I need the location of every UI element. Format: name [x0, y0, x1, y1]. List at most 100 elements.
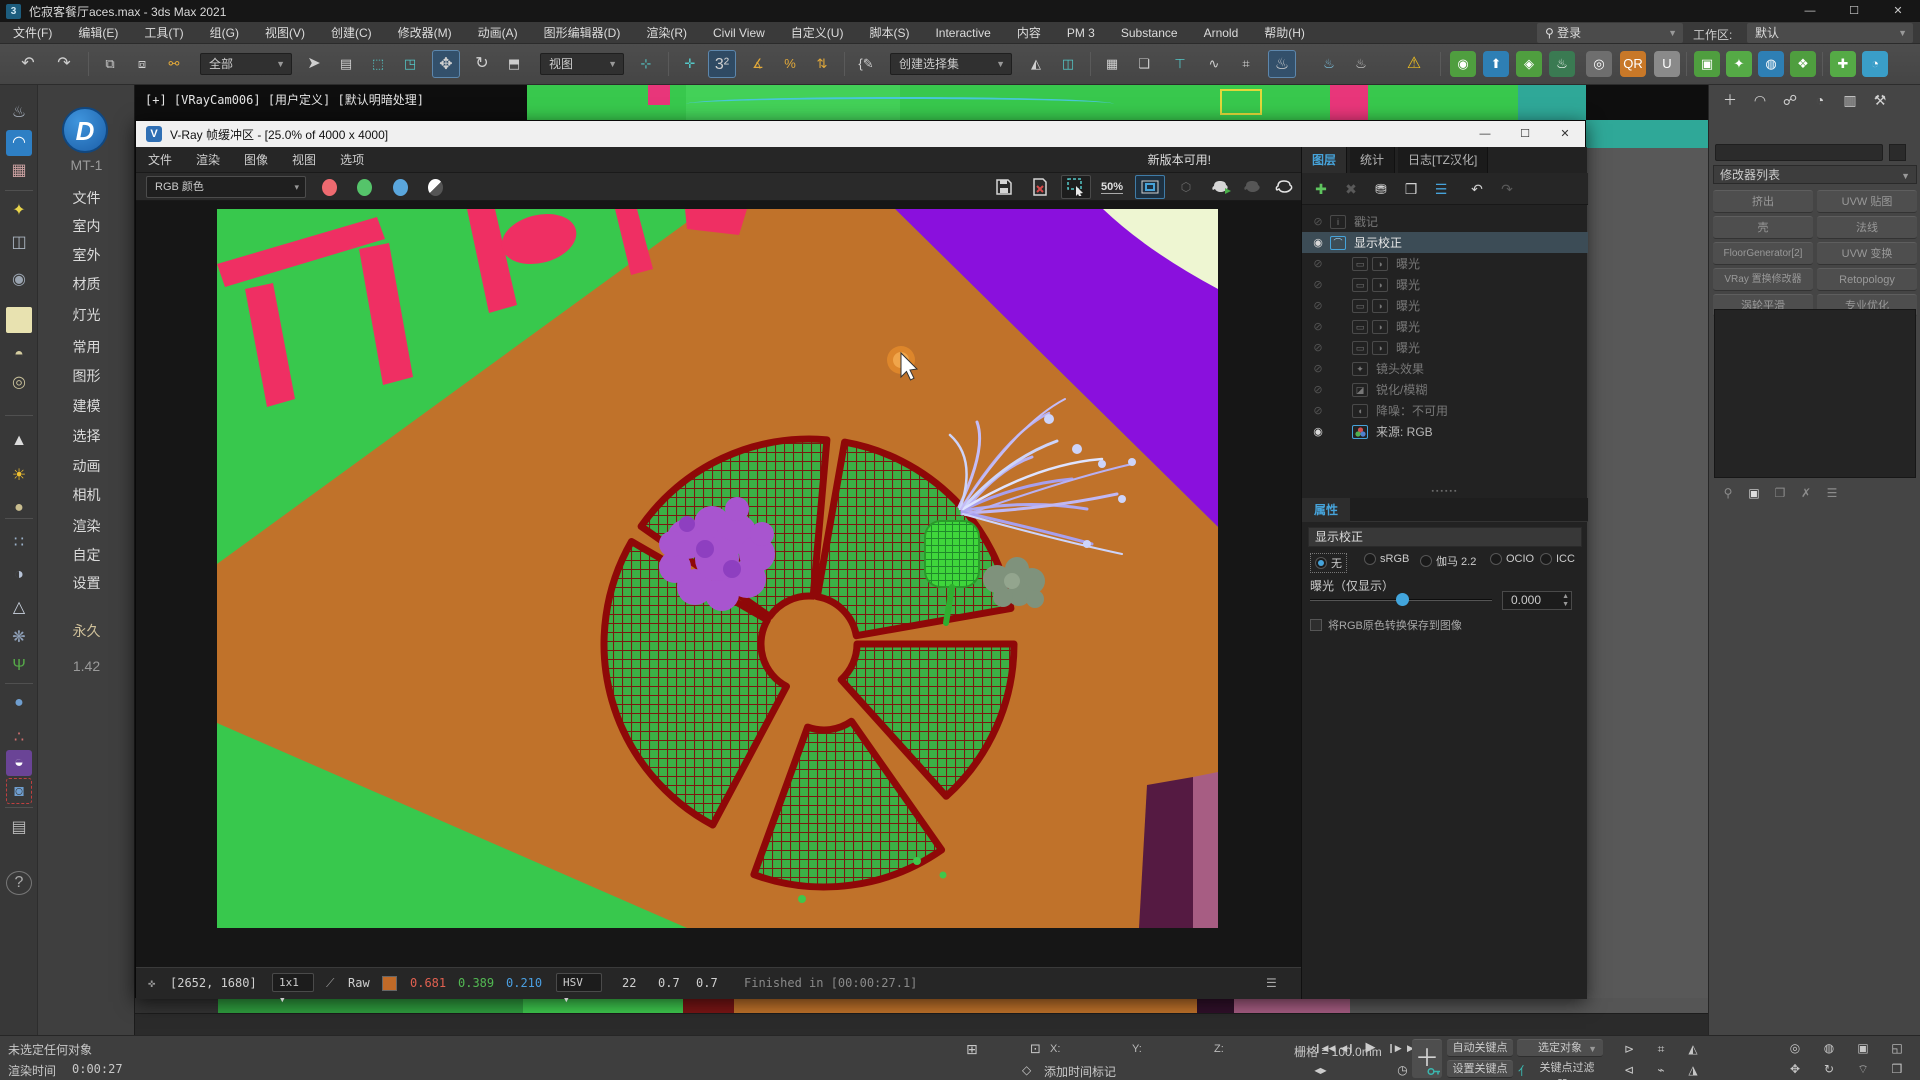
tab-log[interactable]: 日志[TZ汉化] — [1398, 147, 1488, 173]
undo-icon[interactable]: ↶ — [14, 50, 42, 78]
menu-modifiers[interactable]: 修改器(M) — [385, 22, 465, 44]
vfb-menu-file[interactable]: 文件 — [136, 151, 184, 168]
key-filters-button[interactable]: 关键点过滤器... — [1530, 1060, 1604, 1078]
modifier-button-retopology[interactable]: Retopology — [1817, 268, 1917, 291]
object-color-swatch[interactable] — [1889, 144, 1906, 161]
sidebar-item-interior[interactable]: 室内 — [38, 216, 135, 236]
eye-off-icon[interactable]: ⊘ — [1310, 257, 1326, 270]
material-editor-icon[interactable]: ♨ — [1268, 50, 1296, 78]
layer-row-exposure-1[interactable]: ⊘▭◑曝光 — [1302, 253, 1588, 274]
vfb-menu-render[interactable]: 渲染 — [184, 151, 232, 168]
rect-light-icon[interactable] — [6, 307, 32, 333]
minimize-button[interactable]: — — [1788, 0, 1832, 22]
plugin-icon-8[interactable]: ▣ — [1694, 51, 1720, 77]
rendered-frame-window-icon[interactable]: ♨ — [1347, 50, 1375, 78]
plugin-icon-6[interactable]: QR — [1620, 51, 1646, 77]
previous-frame-button[interactable]: ◀❙ — [1337, 1040, 1358, 1057]
utilities-tab-icon[interactable]: ⚒ — [1867, 89, 1893, 111]
select-object-sphere-icon[interactable]: ◙ — [6, 778, 32, 804]
menu-civil-view[interactable]: Civil View — [700, 22, 778, 44]
color-mode-dropdown[interactable]: HSV ▾ — [556, 973, 602, 992]
fit-frame-icon[interactable] — [1135, 175, 1165, 199]
dock-splitter[interactable]: ▪▪▪▪▪▪ — [1302, 488, 1588, 496]
mini-toggle-icon-1[interactable]: ⊳ — [1616, 1040, 1642, 1058]
create-tab-icon[interactable]: ＋ — [1717, 89, 1743, 111]
orbit-icon[interactable]: ↻ — [1816, 1060, 1842, 1078]
next-frame-button[interactable]: ❙▶ — [1384, 1040, 1405, 1057]
mini-toggle-icon-2[interactable]: ⌗ — [1648, 1040, 1674, 1058]
cone-icon[interactable]: ▲ — [6, 428, 32, 454]
slider-handle[interactable] — [1396, 593, 1409, 606]
plugin-icon-5[interactable]: ◎ — [1586, 51, 1612, 77]
grass-icon[interactable]: Ψ — [6, 653, 32, 679]
layer-row-exposure-3[interactable]: ⊘▭◑曝光 — [1302, 295, 1588, 316]
unlink-selection-icon[interactable]: ⧈ — [128, 50, 156, 78]
selected-mode-dropdown[interactable]: 选定对象▼ — [1517, 1039, 1603, 1057]
zoom-extents-icon[interactable]: ▣ — [1850, 1039, 1876, 1057]
grid-snap-icon[interactable]: ⊞ — [966, 1041, 978, 1058]
select-and-rotate-icon[interactable]: ↻ — [468, 50, 496, 78]
vfb-menu-view[interactable]: 视图 — [280, 151, 328, 168]
scene-explorer-icon[interactable]: ▦ — [1098, 50, 1126, 78]
sidebar-item-camera[interactable]: 相机 — [38, 485, 135, 505]
named-selection-set-input[interactable]: 创建选择集▼ — [890, 53, 1012, 75]
modifier-button-shell[interactable]: 壳 — [1713, 216, 1813, 239]
notepad-icon[interactable]: ▤ — [6, 815, 32, 841]
curve-editor-icon[interactable]: ∿ — [1200, 50, 1228, 78]
ribbon-icon[interactable]: ⊤ — [1166, 50, 1194, 78]
vfb-close-button[interactable]: ✕ — [1545, 121, 1585, 147]
rock-icon[interactable]: ❋ — [6, 625, 32, 651]
layer-list-icon[interactable]: ☰ — [1428, 177, 1454, 201]
maximize-button[interactable]: ☐ — [1832, 0, 1876, 22]
tab-layers[interactable]: 图层 — [1302, 147, 1347, 173]
menu-help[interactable]: 帮助(H) — [1251, 22, 1318, 44]
sidebar-item-materials[interactable]: 材质 — [38, 274, 135, 294]
modifier-button-uvwmap[interactable]: UVW 贴图 — [1817, 190, 1917, 213]
vfb-channel-dropdown[interactable]: RGB 颜色▾ — [146, 176, 306, 198]
signin-dropdown[interactable]: ⚲ 登录▼ — [1537, 23, 1683, 43]
plugin-icon-13[interactable]: ◔ — [1862, 51, 1888, 77]
plugin-icon-10[interactable]: ◍ — [1758, 51, 1784, 77]
render-last-icon[interactable] — [1207, 175, 1237, 199]
mini-toggle-icon-3[interactable]: ◭ — [1680, 1040, 1706, 1058]
plugin-icon-1[interactable]: ◉ — [1450, 51, 1476, 77]
set-keys-button[interactable]: ＋ — [1412, 1039, 1442, 1078]
track-bar[interactable] — [135, 1013, 1708, 1035]
window-crossing-icon[interactable]: ◳ — [396, 50, 424, 78]
radio-icc[interactable]: ICC — [1540, 553, 1575, 565]
sidebar-item-settings[interactable]: 设置 — [38, 573, 135, 593]
layer-row-exposure-4[interactable]: ⊘▭◑曝光 — [1302, 316, 1588, 337]
menu-interactive[interactable]: Interactive — [922, 22, 1003, 44]
layer-row-sharpen-blur[interactable]: ⊘◪锐化/模糊 — [1302, 379, 1588, 400]
plugin-icon-3[interactable]: ◈ — [1516, 51, 1542, 77]
sidebar-item-render[interactable]: 渲染 — [38, 516, 135, 536]
vfb-update-notice[interactable]: 新版本可用! — [1148, 147, 1211, 173]
menu-rendering[interactable]: 渲染(R) — [633, 22, 700, 44]
vfb-minimize-button[interactable]: — — [1465, 121, 1505, 147]
eye-off-icon[interactable]: ⊘ — [1310, 362, 1326, 375]
dome-light-icon[interactable]: ◠ — [6, 130, 32, 156]
help-icon[interactable]: ? — [6, 871, 32, 895]
pin-stack-icon[interactable]: ⚲ — [1717, 483, 1739, 503]
modifier-button-normal[interactable]: 法线 — [1817, 216, 1917, 239]
layer-row-source-rgb[interactable]: ◉ 来源: RGB — [1302, 421, 1588, 442]
mini-toggle-icon-5[interactable]: ⌁ — [1648, 1061, 1674, 1079]
mini-toggle-icon-6[interactable]: ◮ — [1680, 1061, 1706, 1079]
auto-key-button[interactable]: 自动关键点 — [1447, 1039, 1513, 1057]
render-setup-icon[interactable]: ♨ — [1315, 50, 1343, 78]
region-render-icon[interactable] — [1061, 175, 1091, 199]
select-and-manipulate-icon[interactable]: ✛ — [676, 50, 704, 78]
tab-stats[interactable]: 统计 — [1350, 147, 1395, 173]
vfb-image-canvas[interactable] — [136, 201, 1301, 967]
sidebar-item-lights[interactable]: 灯光 — [38, 305, 135, 325]
color-balls-icon[interactable]: ∴ — [6, 725, 32, 751]
reference-coordinate-dropdown[interactable]: 视图▼ — [540, 53, 624, 75]
eye-off-icon[interactable]: ⊘ — [1310, 299, 1326, 312]
green-channel-icon[interactable] — [357, 179, 372, 196]
select-and-scale-icon[interactable]: ⬒ — [500, 50, 528, 78]
modifier-list-dropdown[interactable]: 修改器列表▼ — [1713, 165, 1917, 184]
modifier-stack-list[interactable] — [1714, 309, 1916, 478]
clear-image-icon[interactable] — [1025, 175, 1055, 199]
configure-modifier-sets-icon[interactable]: ☰ — [1821, 483, 1843, 503]
plugin-icon-9[interactable]: ✦ — [1726, 51, 1752, 77]
